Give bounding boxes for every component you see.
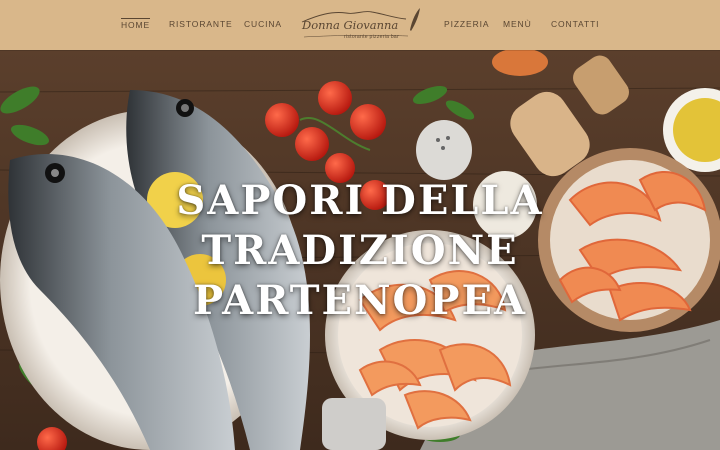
nav-item-contatti[interactable]: CONTATTI xyxy=(551,19,599,29)
nav-item-cucina[interactable]: CUCINA xyxy=(244,19,282,29)
nav-item-home[interactable]: HOME xyxy=(121,17,151,30)
hero-section: SAPORI DELLA TRADIZIONE PARTENOPEA xyxy=(0,50,720,450)
top-navigation-bar: HOME RISTORANTE CUCINA Donna Giovanna ri… xyxy=(0,0,720,50)
logo-name: Donna Giovanna xyxy=(302,18,399,32)
restaurant-logo[interactable]: Donna Giovanna ristorante pizzeria bar xyxy=(298,6,424,44)
nav-item-menu[interactable]: MENÙ xyxy=(503,19,532,29)
nav-item-pizzeria[interactable]: PIZZERIA xyxy=(444,19,489,29)
logo-tagline: ristorante pizzeria bar xyxy=(344,34,399,40)
nav-item-ristorante[interactable]: RISTORANTE xyxy=(169,19,233,29)
hero-food-image xyxy=(0,50,720,450)
